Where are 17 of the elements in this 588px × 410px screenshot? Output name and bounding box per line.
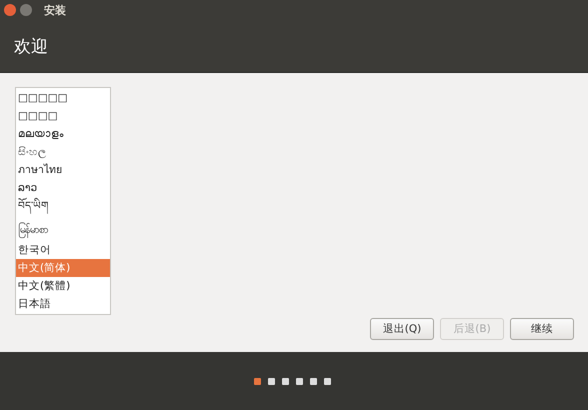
language-item[interactable]: မြန်မာစာ	[16, 215, 110, 241]
language-item[interactable]: සිංහල	[16, 143, 110, 161]
language-item[interactable]: ภาษาไทย	[16, 161, 110, 179]
minimize-icon[interactable]	[20, 4, 32, 16]
language-item[interactable]: 中文(繁體)	[16, 277, 110, 295]
language-item[interactable]: □□□□□	[16, 89, 110, 107]
language-item[interactable]: □□□□	[16, 107, 110, 125]
page-title: 欢迎	[14, 36, 48, 58]
language-item[interactable]: བོད་ཡིག	[16, 197, 110, 215]
continue-button[interactable]: 继续	[510, 318, 574, 340]
language-item[interactable]: 日本語	[16, 295, 110, 313]
quit-button[interactable]: 退出(Q)	[370, 318, 434, 340]
language-item[interactable]: 한국어	[16, 241, 110, 259]
window-title: 安装	[44, 2, 66, 18]
close-icon[interactable]	[4, 4, 16, 16]
language-item[interactable]: മലയാളം	[16, 125, 110, 143]
language-item[interactable]: ລາວ	[16, 179, 110, 197]
